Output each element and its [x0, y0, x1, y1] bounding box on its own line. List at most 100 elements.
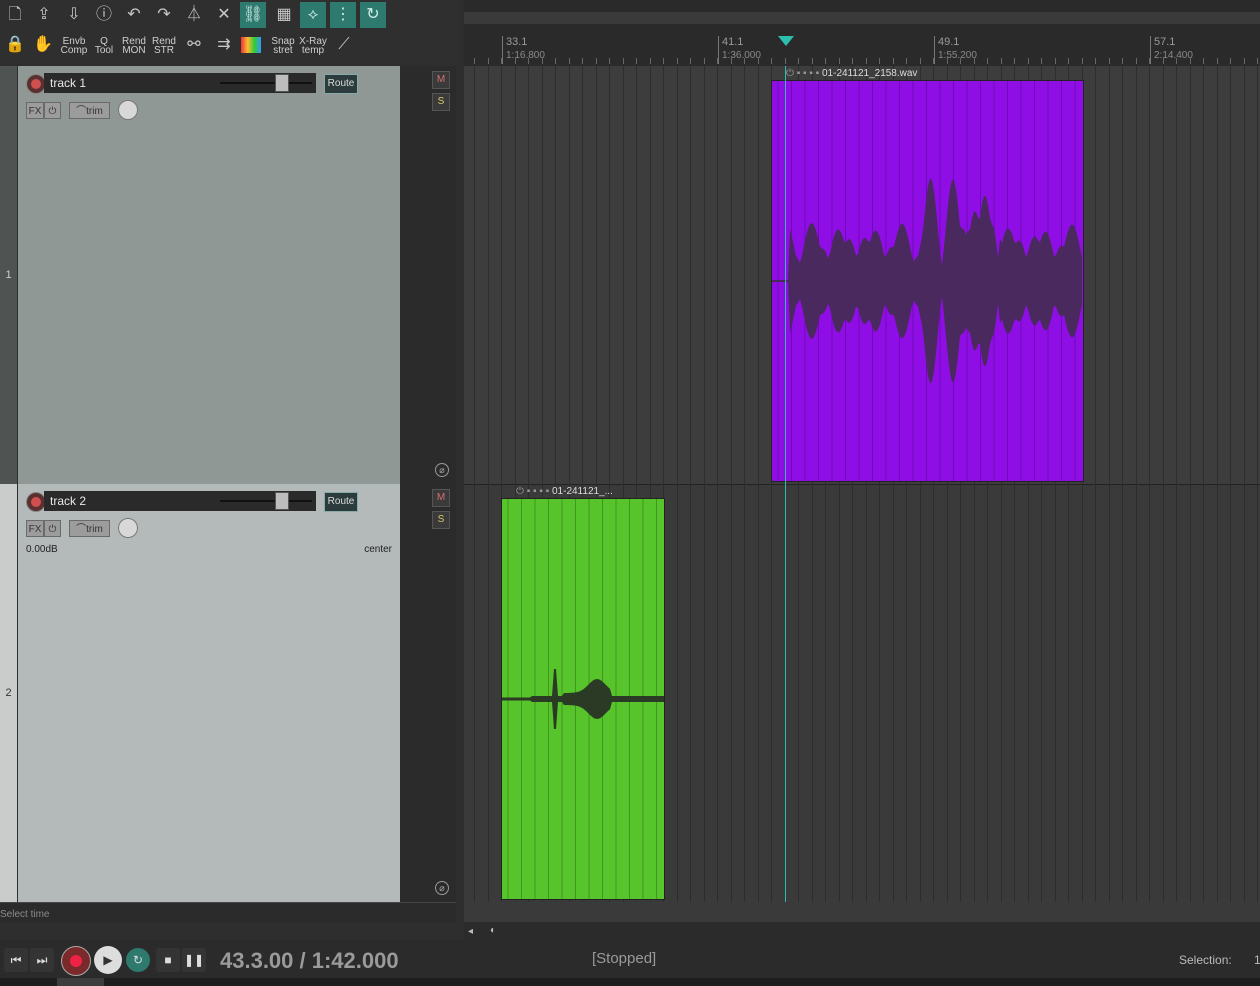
loop-icon[interactable]: ↻ — [360, 2, 386, 28]
pan-knob[interactable] — [118, 518, 138, 538]
track-number[interactable]: 2 — [0, 484, 17, 902]
mute-button[interactable]: M — [432, 71, 450, 89]
ruler-minor-tick — [596, 58, 597, 64]
fader-handle[interactable] — [275, 492, 289, 510]
track-name-field[interactable]: track 2 — [44, 491, 216, 511]
selection-value[interactable]: 1 — [1254, 953, 1260, 967]
repeat-icon[interactable]: ↻ — [126, 948, 150, 972]
stop-icon[interactable]: ■ — [156, 948, 180, 972]
toolbar-envb-comp[interactable]: Envb Comp — [59, 37, 89, 56]
zoom-icon[interactable]: ◐ — [490, 925, 496, 936]
ruler-minor-tick — [960, 58, 961, 64]
time-display[interactable]: 43.3.00 / 1:42.000 — [220, 948, 399, 974]
playhead-marker-icon[interactable] — [778, 36, 794, 48]
grid-line — [704, 66, 705, 902]
fader-track — [220, 82, 312, 84]
routing-matrix-icon[interactable]: ⇉ — [211, 32, 237, 58]
toolbar-xray-temp[interactable]: X-Ray temp — [298, 37, 328, 56]
media-item-track-1[interactable] — [771, 80, 1084, 482]
metronome-icon[interactable]: ⏃ — [181, 2, 207, 28]
go-to-start-icon[interactable]: ⏮ — [4, 948, 28, 972]
record-arm-button[interactable] — [26, 492, 46, 512]
fx-button[interactable]: FX — [26, 520, 44, 537]
ruler-minor-tick — [1136, 58, 1137, 64]
horizontal-scrollbar[interactable]: ◂ ◐ — [464, 922, 1260, 940]
media-item-track-2[interactable] — [501, 498, 665, 900]
volume-fader[interactable] — [216, 73, 316, 93]
pause-icon[interactable]: ❚❚ — [182, 948, 206, 972]
ruler-minor-tick — [704, 58, 705, 64]
toolbar-snap-stret[interactable]: Snap stret — [268, 37, 298, 56]
trim-button[interactable]: ⌒trim — [69, 520, 110, 537]
project-info-icon[interactable]: ⓘ — [91, 2, 117, 28]
tape-icon[interactable]: ⚯ — [181, 32, 207, 58]
lock-icon[interactable]: 🔒 — [2, 32, 28, 58]
ruler-minor-tick — [1068, 58, 1069, 64]
route-button[interactable]: Route — [324, 74, 358, 94]
ruler-minor-tick — [812, 58, 813, 64]
toolbar-rend-mon[interactable]: Rend MON — [119, 37, 149, 56]
playhead-cursor[interactable] — [785, 66, 786, 902]
fx-button[interactable]: FX — [26, 102, 44, 119]
hand-tool-icon[interactable]: ✋ — [30, 32, 56, 58]
volume-fader[interactable] — [216, 491, 316, 511]
route-button[interactable]: Route — [324, 492, 358, 512]
undo-icon[interactable]: ↶ — [121, 2, 147, 28]
toolbar-rend-str[interactable]: Rend STR — [149, 37, 179, 56]
timeline-ruler[interactable]: 33.1 1:16.800 41.1 1:36.000 49.1 1:55.20… — [464, 0, 1260, 66]
play-icon[interactable]: ▶ — [94, 946, 122, 974]
fader-track — [220, 500, 312, 502]
ruler-minor-tick — [879, 58, 880, 64]
track-control-body: track 1 Route FX ⏻ ⌒trim — [18, 66, 400, 484]
pan-knob[interactable] — [118, 100, 138, 120]
record-icon[interactable] — [61, 946, 91, 976]
go-to-end-icon[interactable]: ⏭ — [30, 948, 54, 972]
media-item-header[interactable]: ⏻ ▪ ▪ ▪ ▪ 01-241121_2158.wav — [786, 67, 1086, 81]
track-number[interactable]: 1 — [0, 66, 17, 484]
snap-grid-icon[interactable]: ⋮ — [330, 2, 356, 28]
toolbar-q-tool[interactable]: Q Tool — [89, 37, 119, 56]
new-project-icon[interactable]: 🗋 — [2, 2, 28, 28]
grid-icon[interactable]: ▦ — [271, 2, 297, 28]
solo-button[interactable]: S — [432, 93, 450, 111]
fx-bypass-icon[interactable]: ⏻ — [44, 520, 61, 537]
ruler-measure: 49.1 — [938, 36, 960, 48]
fader-handle[interactable] — [275, 74, 289, 92]
crossfade-icon[interactable]: ✕ — [211, 2, 237, 28]
ruler-minor-tick — [1095, 58, 1096, 64]
fx-bypass-icon[interactable]: ⏻ — [44, 102, 61, 119]
ruler-minor-tick — [717, 58, 718, 64]
grid-line — [1217, 66, 1218, 902]
save-project-icon[interactable]: ⇩ — [61, 2, 87, 28]
grid-line — [488, 66, 489, 902]
ruler-minor-tick — [906, 58, 907, 64]
track-1-panel[interactable]: 1 track 1 Route FX ⏻ ⌒trim — [0, 66, 400, 484]
open-project-icon[interactable]: ⇪ — [31, 2, 57, 28]
ruler-time: 1:55.200 — [938, 50, 977, 61]
bottom-edge — [0, 978, 1260, 986]
media-item-header[interactable]: ⏻ ▪ ▪ ▪ ▪ 01-241121_... — [516, 485, 716, 499]
ruler-minor-tick — [1109, 58, 1110, 64]
scroll-left-icon[interactable]: ◂ — [468, 926, 473, 937]
color-picker-icon[interactable] — [241, 37, 261, 53]
record-arm-button[interactable] — [26, 74, 46, 94]
mute-button[interactable]: M — [432, 489, 450, 507]
redo-icon[interactable]: ↷ — [151, 2, 177, 28]
solo-button[interactable]: S — [432, 511, 450, 529]
envelope-link-icon[interactable]: ⟡ — [300, 2, 326, 28]
track-2-panel[interactable]: 2 track 2 Route FX ⏻ ⌒trim 0.00dB center — [0, 484, 400, 902]
ruler-minor-tick — [663, 58, 664, 64]
ruler-minor-tick — [744, 58, 745, 64]
envelope-tool-icon[interactable]: ⟋ — [331, 32, 357, 58]
ruler-tick — [1150, 36, 1151, 64]
arrange-view[interactable]: ⏻ ▪ ▪ ▪ ▪ 01-241121_2158.wav ⏻ ▪ ▪ ▪ ▪ 0… — [464, 66, 1260, 922]
item-filename: 01-241121_... — [551, 486, 613, 497]
item-grouping-icon[interactable]: ⛓ — [240, 2, 266, 28]
trim-button[interactable]: ⌒trim — [69, 102, 110, 119]
phase-invert-icon[interactable]: ⌀ — [435, 881, 449, 895]
phase-invert-icon[interactable]: ⌀ — [435, 463, 449, 477]
ruler-minor-tick — [785, 58, 786, 64]
track-name-field[interactable]: track 1 — [44, 73, 216, 93]
grid-line — [1163, 66, 1164, 902]
ruler-minor-tick — [515, 58, 516, 64]
